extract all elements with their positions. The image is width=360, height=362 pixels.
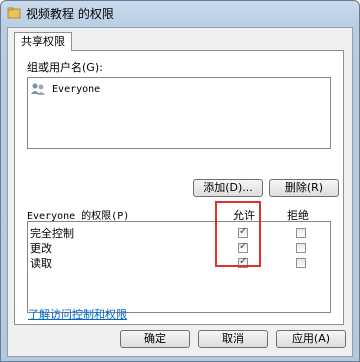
permissions-label: Everyone 的权限(P): [27, 211, 130, 222]
list-item[interactable]: Everyone: [30, 82, 100, 98]
tab-share-permissions[interactable]: 共享权限: [14, 32, 72, 51]
table-row: 完全控制: [28, 226, 330, 241]
table-row: 读取: [28, 256, 330, 271]
title-bar: 视频教程 的权限: [1, 1, 359, 25]
permissions-dialog: 视频教程 的权限 共享权限 组或用户名(G): Everyone 添加(D)..…: [0, 0, 360, 362]
table-row: 更改: [28, 241, 330, 256]
access-control-help-link[interactable]: 了解访问控制和权限: [28, 306, 127, 322]
cancel-button[interactable]: 取消: [198, 330, 268, 348]
apply-button[interactable]: 应用(A): [276, 330, 346, 348]
permission-name: 读取: [30, 257, 52, 270]
users-group-icon: [31, 83, 45, 95]
user-name: Everyone: [52, 84, 101, 95]
dialog-client: 共享权限 组或用户名(G): Everyone 添加(D)... 删除(R) E…: [7, 27, 353, 357]
users-label: 组或用户名(G):: [27, 61, 103, 74]
deny-checkbox-read[interactable]: [296, 258, 306, 268]
add-button[interactable]: 添加(D)...: [193, 179, 263, 197]
allow-column-highlight: [215, 201, 261, 267]
permission-name: 更改: [30, 242, 52, 255]
window-title: 视频教程 的权限: [26, 7, 114, 21]
folder-icon: [7, 7, 21, 19]
deny-checkbox-change[interactable]: [296, 243, 306, 253]
tab-panel: 组或用户名(G): Everyone 添加(D)... 删除(R) Everyo…: [14, 50, 344, 325]
ok-button[interactable]: 确定: [120, 330, 190, 348]
deny-checkbox-full-control[interactable]: [296, 228, 306, 238]
permissions-table: 完全控制 更改 读取: [27, 221, 331, 313]
permission-name: 完全控制: [30, 227, 74, 240]
remove-button[interactable]: 删除(R): [269, 179, 339, 197]
users-listbox[interactable]: Everyone: [27, 77, 331, 149]
